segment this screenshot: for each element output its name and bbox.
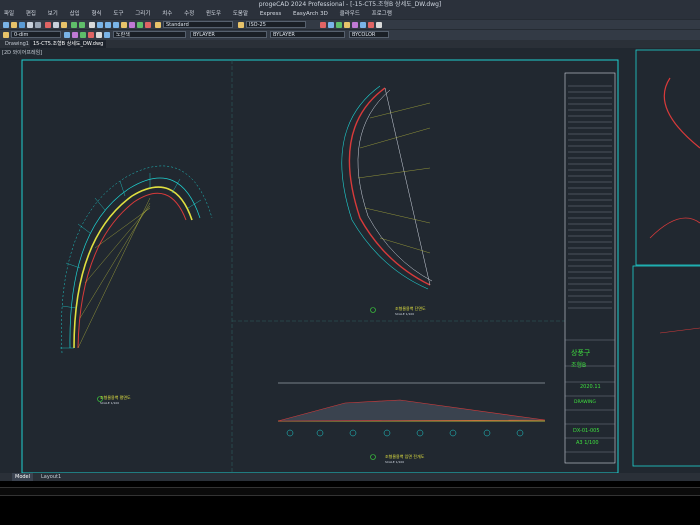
tool-icon[interactable] [376,22,382,28]
doc-tab-drawing1[interactable]: Drawing1 [2,40,32,48]
text-style-select[interactable]: Standard [163,21,233,28]
tab-layout1[interactable]: Layout1 [38,473,64,481]
menu-tools[interactable]: 도구 [113,9,123,19]
plotstyle-select[interactable]: BYCOLOR [349,31,389,38]
menu-program[interactable]: 프로그램 [372,9,392,19]
text-style-icon [155,22,161,28]
layer-tool-icon[interactable] [104,32,110,38]
paste-icon[interactable] [61,22,67,28]
menu-file[interactable]: 파일 [4,9,14,19]
tool-icon[interactable] [344,22,350,28]
marker-circle [370,454,376,460]
layout-tabs: Model Layout1 [0,473,700,481]
redo-icon[interactable] [79,22,85,28]
tool-icon[interactable] [336,22,342,28]
adjacent-sheet [632,49,700,467]
title-block-rows [565,85,615,453]
menu-easyarch[interactable]: EasyArch 3D [293,9,328,19]
help-icon[interactable] [145,22,151,28]
document-tabs: Drawing1 15-CT5.조형B 상세도_DW.dwg [0,40,700,48]
cut-icon[interactable] [45,22,51,28]
tb-date: 2020.11 [580,384,601,390]
command-input[interactable] [0,487,700,496]
tool-icon[interactable] [368,22,374,28]
window-title: progeCAD 2024 Professional - [-15-CT5.조형… [258,1,442,8]
command-area [0,481,700,525]
layer-tool-icon[interactable] [88,32,94,38]
tool-icon[interactable] [360,22,366,28]
save-icon[interactable] [19,22,25,28]
label-elevation: 조형물용벽 입면 전개도 [385,453,425,459]
color-select[interactable]: 노란색 [113,31,186,38]
tab-model[interactable]: Model [12,473,34,481]
layer-state-icon[interactable] [3,32,9,38]
section-drawing [341,85,433,290]
layer-select[interactable]: 0-dim [11,31,61,38]
drawing-canvas[interactable]: [2D 와이어프레임] 상풍구 조형B 2020.11 DRAWING DX-0… [0,48,700,473]
label-section-scale: SCALE 1/100 [395,312,414,316]
tb-drawing-no: DX-01-005 [573,428,600,434]
preview-icon[interactable] [35,22,41,28]
lineweight-select[interactable]: BYLAYER [270,31,345,38]
copy-icon[interactable] [53,22,59,28]
tool-icon[interactable] [320,22,326,28]
layer-tool-icon[interactable] [80,32,86,38]
label-arc-plan: 조형물용벽 평면도 [100,394,131,400]
zoom-extents-icon[interactable] [113,22,119,28]
menu-express[interactable]: Express [260,9,281,19]
layer-tool-icon[interactable] [64,32,70,38]
menu-insert[interactable]: 삽입 [70,9,80,19]
arc-plan-drawing [60,165,213,354]
tool-icon[interactable] [328,22,334,28]
menu-view[interactable]: 보기 [48,9,58,19]
menu-bar: 파일 편집 보기 삽입 형식 도구 그리기 치수 수정 윈도우 도움말 Expr… [0,9,700,19]
menu-edit[interactable]: 편집 [26,9,36,19]
linetype-select[interactable]: BYLAYER [190,31,267,38]
elevation-drawing [277,382,546,437]
menu-window[interactable]: 윈도우 [206,9,221,19]
toolbar-properties: 0-dim 노란색 BYLAYER BYLAYER BYCOLOR [0,29,700,40]
tb-scale: A3 1/100 [576,440,599,446]
pan-icon[interactable] [89,22,95,28]
tb-drafter: DRAWING [574,399,596,405]
menu-cloud[interactable]: 클라우드 [340,9,360,19]
label-section: 조형물용벽 단면도 [395,305,426,311]
tb-project: 상풍구 [571,348,591,357]
menu-format[interactable]: 형식 [92,9,102,19]
open-icon[interactable] [11,22,17,28]
label-elevation-scale: SCALE 1/100 [385,460,404,464]
match-icon[interactable] [137,22,143,28]
zoom-icon[interactable] [97,22,103,28]
layer-icon[interactable] [129,22,135,28]
menu-help[interactable]: 도움말 [233,9,248,19]
new-icon[interactable] [3,22,9,28]
label-arc-plan-scale: SCALE 1/100 [100,401,119,405]
tool-icon[interactable] [352,22,358,28]
menu-dimension[interactable]: 치수 [162,9,172,19]
zoom-window-icon[interactable] [105,22,111,28]
undo-icon[interactable] [71,22,77,28]
doc-tab-active[interactable]: 15-CT5.조형B 상세도_DW.dwg [30,40,107,48]
layer-tool-icon[interactable] [72,32,78,38]
properties-icon[interactable] [121,22,127,28]
dim-style-icon [238,22,244,28]
layer-tool-icon[interactable] [96,32,102,38]
menu-modify[interactable]: 수정 [184,9,194,19]
tb-subtitle: 조형B [571,361,586,369]
marker-circle [370,307,376,313]
drawing-svg: 상풍구 조형B 2020.11 DRAWING DX-01-005 A3 1/1… [21,49,700,473]
title-bar: progeCAD 2024 Professional - [-15-CT5.조형… [0,0,700,9]
print-icon[interactable] [27,22,33,28]
dim-style-select[interactable]: ISO-25 [246,21,306,28]
menu-draw[interactable]: 그리기 [135,9,150,19]
